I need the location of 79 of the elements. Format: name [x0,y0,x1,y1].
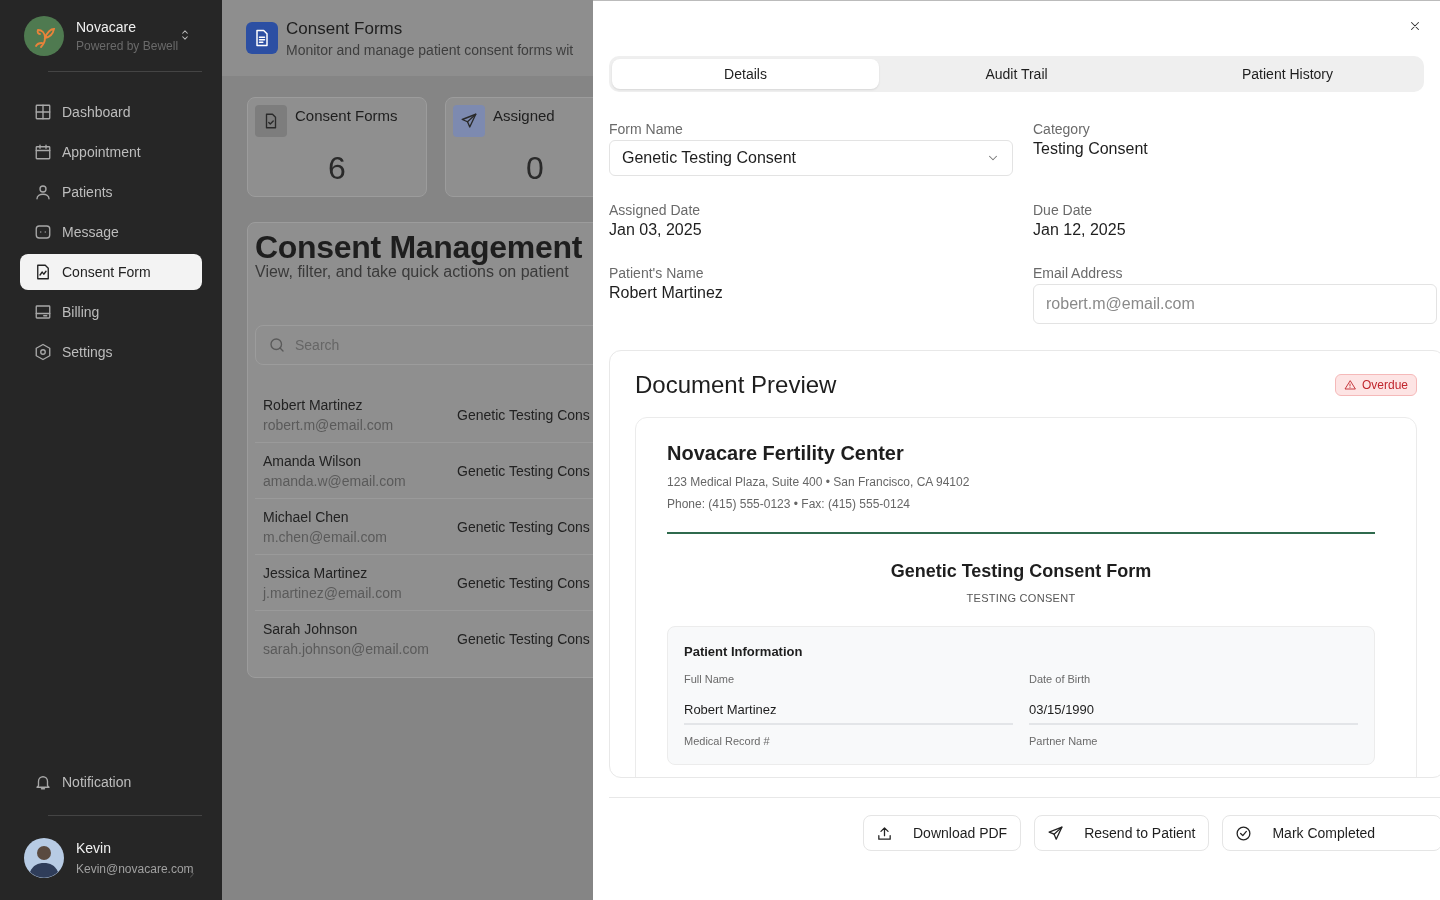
patient-name: Amanda Wilson [263,452,363,469]
settings-icon [34,343,52,361]
person-icon [34,183,52,201]
tab[interactable]: Patient History [1154,59,1421,89]
form-name-select[interactable]: Genetic Testing Consent [609,140,1013,176]
field-label: Patient's Name [609,265,705,281]
form-title: Genetic Testing Consent Form [889,561,1153,582]
field-value: Robert Martinez [609,284,724,302]
preview-title: Document Preview [635,371,837,399]
section-title: Patient Information [684,644,804,659]
form-category: TESTING CONSENT [965,592,1077,604]
field-value: Jan 03, 2025 [609,221,703,239]
nav-item[interactable]: Consent Form [20,254,202,290]
form-name: Genetic Testing Cons [457,518,590,535]
info-label: Medical Record # [684,735,771,747]
tab[interactable]: Details [612,59,879,89]
upload-icon [876,824,893,842]
info-value: Robert Martinez [684,685,1013,725]
document-chart-icon [34,263,52,281]
field-label: Form Name [609,121,684,137]
grid-icon [34,103,52,121]
send-icon [460,112,478,130]
patient-name: Jessica Martinez [263,564,369,581]
email-field[interactable]: robert.m@email.com [1033,284,1437,324]
stat-label: Consent Forms [295,107,398,124]
nav-item[interactable]: Appointment [20,134,202,170]
action-button[interactable]: Download PDF [863,815,1022,851]
avatar [24,838,64,878]
info-value: 03/15/1990 [1029,685,1358,725]
card-icon [34,303,52,321]
field-label: Assigned Date [609,202,702,218]
nav-item[interactable]: Billing [20,294,202,330]
form-name: Genetic Testing Cons [457,462,590,479]
warning-icon [1343,379,1356,391]
field-label: Category [1033,121,1091,137]
patient-name: Sarah Johnson [263,621,359,637]
document-icon [246,22,278,54]
patient-name: Michael Chen [263,508,350,525]
form-name: Genetic Testing Cons [457,574,590,591]
clinic-contact: Phone: (415) 555-0123 • Fax: (415) 555-0124 [667,497,912,511]
brand-tagline: Powered by Bewell [76,39,179,53]
bell-icon [34,773,52,791]
stat-value: 6 [327,150,347,187]
form-name: Genetic Testing Cons [457,406,590,423]
form-name: Genetic Testing Cons [457,631,590,647]
nav-item[interactable]: Dashboard [20,94,202,130]
clinic-name: Novacare Fertility Center [667,442,905,465]
page-subtitle: Monitor and manage patient consent forms wit [286,41,574,58]
action-button[interactable]: Resend to Patient [1034,815,1210,851]
nav-item[interactable]: Patients [20,174,202,210]
info-label: Full Name [684,673,736,685]
info-label: Partner Name [1029,735,1099,747]
field-value: Jan 12, 2025 [1033,221,1127,239]
field-label: Email Address [1033,265,1124,281]
patient-name: Robert Martinez [263,396,364,413]
check-circle-icon [1235,824,1253,842]
card-title: Consent Management [255,228,583,265]
stat-label: Assigned [493,107,555,124]
search-icon [268,336,286,354]
page-title: Consent Forms [286,18,404,39]
stat-value: 0 [525,150,545,187]
clinic-address: 123 Medical Plaza, Suite 400 • San Francisco, CA 94102 [667,475,971,489]
nav-item[interactable]: Message [20,214,202,250]
brand-name: Novacare [76,19,137,35]
field-label: Due Date [1033,202,1094,218]
calendar-icon [34,143,52,161]
close-icon [1408,19,1422,33]
message-icon [34,223,52,241]
logo-icon [24,16,64,56]
user-email: Kevin@novacare.com [76,862,194,876]
info-label: Date of Birth [1029,673,1092,685]
nav-item[interactable]: Notification [20,764,202,800]
user-name: Kevin [76,840,113,856]
field-value: Testing Consent [1033,140,1149,158]
action-button[interactable]: Mark Completed [1222,815,1440,851]
nav-item[interactable]: Settings [20,334,202,370]
tab[interactable]: Audit Trail [883,59,1150,89]
status-badge: Overdue [1334,374,1417,396]
send-icon [1047,824,1065,842]
